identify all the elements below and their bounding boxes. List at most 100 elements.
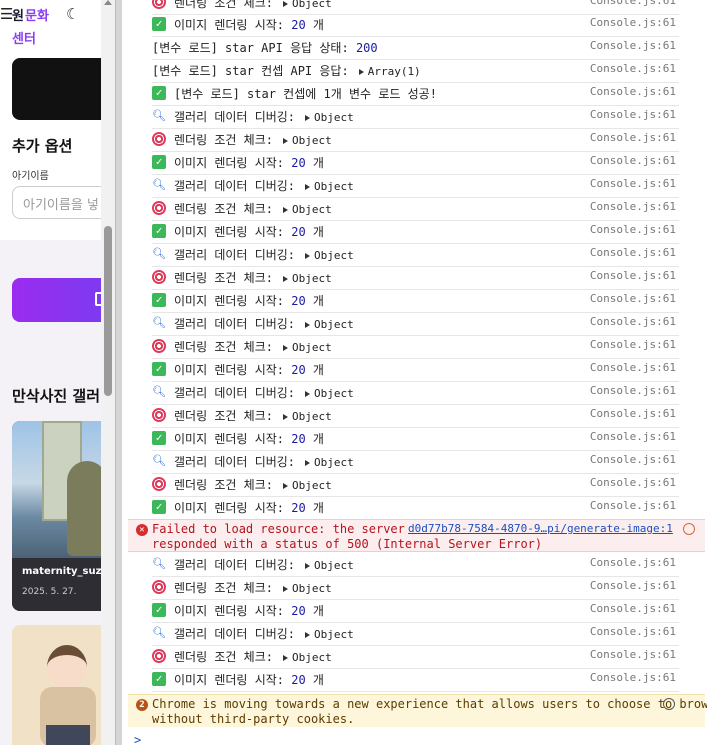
console-source-link[interactable]: Console.js:61 <box>590 0 676 7</box>
expand-triangle-icon[interactable] <box>305 390 311 397</box>
scrollbar-thumb[interactable] <box>104 226 112 396</box>
console-source-link[interactable]: Console.js:61 <box>590 177 676 190</box>
console-object[interactable]: Object <box>314 456 354 469</box>
app-scrollbar[interactable] <box>101 0 115 745</box>
console-source-link[interactable]: Console.js:61 <box>590 430 676 443</box>
console-suffix: 개 <box>312 604 324 618</box>
console-object[interactable]: Object <box>292 134 332 147</box>
console-object[interactable]: Object <box>292 410 332 423</box>
generate-button[interactable] <box>12 278 101 322</box>
console-row: 🔍︎ 갤러리 데이터 디버깅: Object Console.js:61 <box>152 106 679 129</box>
expand-triangle-icon[interactable] <box>358 68 364 75</box>
console-source-link[interactable]: Console.js:61 <box>590 453 676 466</box>
console-source-link[interactable]: Console.js:61 <box>590 648 676 661</box>
console-source-link[interactable]: Console.js:61 <box>590 361 676 374</box>
expand-triangle-icon[interactable] <box>282 137 288 144</box>
target-icon <box>152 132 166 146</box>
console-source-link[interactable]: Console.js:61 <box>590 499 676 512</box>
console-source-link[interactable]: Console.js:61 <box>590 200 676 213</box>
expand-triangle-icon[interactable] <box>305 114 311 121</box>
expand-triangle-icon[interactable] <box>282 344 288 351</box>
console-row: 렌더링 조건 체크: Object Console.js:61 <box>152 646 679 669</box>
console-source-link[interactable]: Console.js:61 <box>590 154 676 167</box>
scroll-up-arrow-icon[interactable] <box>104 0 112 5</box>
console-message: 렌더링 조건 체크: <box>174 133 273 147</box>
console-source-link[interactable]: Console.js:61 <box>590 39 676 52</box>
illustration-skirt <box>46 725 90 745</box>
expand-triangle-icon[interactable] <box>305 459 311 466</box>
console-object[interactable]: Object <box>292 0 332 10</box>
console-source-link[interactable]: Console.js:61 <box>590 556 676 569</box>
console-row-partial: 렌더링 조건 체크: Object Console.js:61 <box>152 0 679 15</box>
warning-message-line1: Chrome is moving towards a new experienc… <box>152 697 707 711</box>
console-object[interactable]: Object <box>292 341 332 354</box>
expand-triangle-icon[interactable] <box>282 585 288 592</box>
console-source-link[interactable]: Console.js:61 <box>590 407 676 420</box>
console-object[interactable]: Object <box>292 272 332 285</box>
console-source-link[interactable]: Console.js:61 <box>590 62 676 75</box>
network-icon[interactable] <box>683 523 695 535</box>
baby-name-input[interactable]: 아기이름을 넣 <box>12 186 101 219</box>
console-number: 20 <box>291 673 306 687</box>
expand-triangle-icon[interactable] <box>282 275 288 282</box>
console-object[interactable]: Object <box>292 203 332 216</box>
expand-triangle-icon[interactable] <box>282 654 288 661</box>
console-source-link[interactable]: Console.js:61 <box>590 579 676 592</box>
console-source-link[interactable]: Console.js:61 <box>590 131 676 144</box>
console-source-link[interactable]: Console.js:61 <box>590 602 676 615</box>
expand-triangle-icon[interactable] <box>282 482 288 489</box>
console-source-link[interactable]: Console.js:61 <box>590 315 676 328</box>
expand-triangle-icon[interactable] <box>282 206 288 213</box>
cookie-icon[interactable] <box>663 698 675 710</box>
console-message: [변수 로드] star 컨셉 API 응답: <box>152 64 349 78</box>
console-source-link[interactable]: Console.js:61 <box>590 223 676 236</box>
console-object[interactable]: Object <box>314 387 354 400</box>
console-object[interactable]: Object <box>314 180 354 193</box>
console-source-link[interactable]: Console.js:61 <box>590 671 676 684</box>
dark-action-button[interactable] <box>12 58 101 120</box>
gallery-photo-card[interactable]: maternity_suz 2025. 5. 27. <box>12 421 101 611</box>
console-source-link[interactable]: Console.js:61 <box>590 384 676 397</box>
error-source-link[interactable]: d0d77b78-7584-4870-9…pi/generate-image:1 <box>408 522 673 535</box>
expand-triangle-icon[interactable] <box>282 0 288 7</box>
console-row: 렌더링 조건 체크: Object Console.js:61 <box>152 577 679 600</box>
dark-mode-icon[interactable]: ☾ <box>66 5 79 23</box>
console-message: 이미지 렌더링 시작: <box>174 604 284 618</box>
console-source-link[interactable]: Console.js:61 <box>590 16 676 29</box>
expand-triangle-icon[interactable] <box>305 183 311 190</box>
console-object[interactable]: Object <box>314 628 354 641</box>
console-object[interactable]: Object <box>292 479 332 492</box>
check-icon: ✓ <box>152 362 166 376</box>
console-object[interactable]: Array(1) <box>368 65 421 78</box>
console-source-link[interactable]: Console.js:61 <box>590 292 676 305</box>
target-icon <box>152 477 166 491</box>
console-object[interactable]: Object <box>292 651 332 664</box>
expand-triangle-icon[interactable] <box>305 252 311 259</box>
expand-triangle-icon[interactable] <box>305 631 311 638</box>
expand-triangle-icon[interactable] <box>305 321 311 328</box>
console-source-link[interactable]: Console.js:61 <box>590 476 676 489</box>
console-message: 이미지 렌더링 시작: <box>174 673 284 687</box>
console-source-link[interactable]: Console.js:61 <box>590 338 676 351</box>
gallery-photo-card-2[interactable] <box>12 625 101 745</box>
console-source-link[interactable]: Console.js:61 <box>590 85 676 98</box>
console-prompt[interactable]: > <box>134 733 141 745</box>
console-source-link[interactable]: Console.js:61 <box>590 625 676 638</box>
console-object[interactable]: Object <box>314 249 354 262</box>
target-icon <box>152 201 166 215</box>
console-message: 렌더링 조건 체크: <box>174 340 273 354</box>
console-object[interactable]: Object <box>292 582 332 595</box>
console-source-link[interactable]: Console.js:61 <box>590 246 676 259</box>
console-source-link[interactable]: Console.js:61 <box>590 269 676 282</box>
console-object[interactable]: Object <box>314 318 354 331</box>
console-row: 🔍︎ 갤러리 데이터 디버깅: Object Console.js:61 <box>152 451 679 474</box>
expand-triangle-icon[interactable] <box>305 562 311 569</box>
console-source-link[interactable]: Console.js:61 <box>590 108 676 121</box>
console-row: ✓ 이미지 렌더링 시작: 20 개 Console.js:61 <box>152 221 679 244</box>
console-object[interactable]: Object <box>314 559 354 572</box>
expand-triangle-icon[interactable] <box>282 413 288 420</box>
console-row: 렌더링 조건 체크: Object Console.js:61 <box>152 129 679 152</box>
console-object[interactable]: Object <box>314 111 354 124</box>
devtools-resizer[interactable] <box>115 0 122 745</box>
console-number: 20 <box>291 501 306 515</box>
